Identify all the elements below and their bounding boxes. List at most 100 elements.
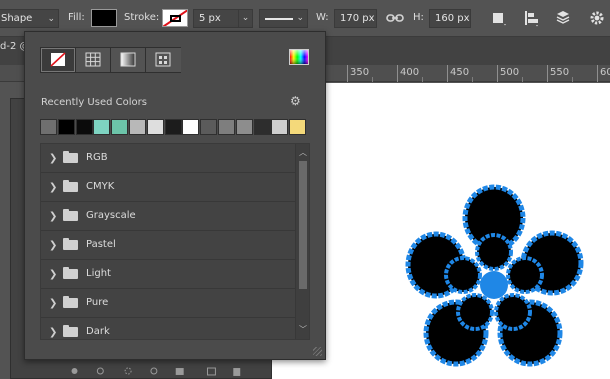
group-name: Dark xyxy=(86,326,110,337)
ruler-label: 450 xyxy=(450,67,470,78)
shape-mode-dropdown[interactable]: Shape ⌄ xyxy=(0,9,59,28)
ruler-tick xyxy=(397,65,398,82)
color-swatch[interactable] xyxy=(111,119,129,135)
list-scrollbar[interactable]: ︿ ﹀ xyxy=(295,144,309,339)
gradient-tab[interactable] xyxy=(111,48,146,72)
mask-icon[interactable] xyxy=(124,367,132,375)
color-picker-button[interactable] xyxy=(289,49,309,65)
color-swatch[interactable] xyxy=(253,119,271,135)
ruler-tick xyxy=(597,65,598,82)
stroke-swatch[interactable] xyxy=(162,9,188,27)
pattern-icon xyxy=(155,52,171,67)
color-swatch[interactable] xyxy=(164,119,182,135)
chevron-right-icon[interactable]: ❯ xyxy=(49,240,57,251)
shape-mode-value: Shape xyxy=(1,13,33,24)
inner-ring[interactable] xyxy=(506,256,544,294)
solid-color-tab[interactable] xyxy=(76,48,111,72)
folder-icon xyxy=(63,296,78,308)
fx-icon[interactable] xyxy=(96,367,104,375)
list-item[interactable]: ❯ RGB xyxy=(41,144,297,173)
chevron-right-icon[interactable]: ❯ xyxy=(49,327,57,338)
list-item[interactable]: ❯ Pure xyxy=(41,289,297,318)
scroll-thumb[interactable] xyxy=(299,161,307,289)
ruler-tick xyxy=(522,77,523,82)
resize-grip-icon[interactable] xyxy=(313,347,322,356)
folder-icon xyxy=(63,325,78,337)
group-icon[interactable] xyxy=(175,368,184,375)
chevron-down-icon[interactable]: ⌄ xyxy=(238,10,252,27)
new-layer-icon[interactable] xyxy=(206,367,216,376)
list-item[interactable]: ❯ Light xyxy=(41,260,297,289)
flower-center[interactable] xyxy=(480,271,508,299)
inner-ring[interactable] xyxy=(494,293,532,331)
no-color-tab[interactable] xyxy=(41,48,76,72)
ruler-tick xyxy=(472,77,473,82)
list-item[interactable]: ❯ Pastel xyxy=(41,231,297,260)
pattern-tab[interactable] xyxy=(146,48,181,72)
adjustment-icon[interactable] xyxy=(150,367,158,375)
color-swatch[interactable] xyxy=(40,119,57,135)
path-arrangement-icon[interactable] xyxy=(554,9,572,27)
color-swatch[interactable] xyxy=(129,119,146,135)
folder-icon xyxy=(63,238,78,250)
ruler-tick xyxy=(447,65,448,82)
link-dimensions-icon[interactable] xyxy=(386,10,404,26)
color-swatch[interactable] xyxy=(146,119,164,135)
path-operations-icon[interactable] xyxy=(490,9,508,27)
width-field[interactable]: 170 px xyxy=(334,9,377,28)
chevron-right-icon[interactable]: ❯ xyxy=(49,269,57,280)
height-field[interactable]: 160 px xyxy=(429,9,471,28)
swatch-groups-list: ❯ RGB ❯ CMYK ❯ Grayscale ❯ Pastel ❯ Ligh… xyxy=(40,143,310,340)
color-swatch[interactable] xyxy=(57,119,75,135)
group-name: CMYK xyxy=(86,181,115,192)
ruler-tick xyxy=(572,77,573,82)
ruler-tick xyxy=(547,65,548,82)
stroke-width-field[interactable]: 5 px ⌄ xyxy=(193,9,253,28)
ruler-tick xyxy=(422,77,423,82)
trash-icon[interactable] xyxy=(233,368,241,376)
color-swatch[interactable] xyxy=(271,119,289,135)
folder-icon xyxy=(63,267,78,279)
list-item[interactable]: ❯ Grayscale xyxy=(41,202,297,231)
chevron-right-icon[interactable]: ❯ xyxy=(49,211,57,222)
color-swatch[interactable] xyxy=(235,119,253,135)
chevron-down-icon[interactable]: ﹀ xyxy=(299,324,307,335)
fill-type-tabs xyxy=(40,47,181,73)
width-label: W: xyxy=(316,12,329,23)
list-item[interactable]: ❯ CMYK xyxy=(41,173,297,202)
group-name: Pure xyxy=(86,297,109,308)
spectrum-icon xyxy=(290,50,308,64)
fill-swatch-popover: Recently Used Colors ⚙ ❯ RGB ❯ CMYK ❯ Gr… xyxy=(24,31,326,360)
list-item[interactable]: ❯ Dark xyxy=(41,318,297,347)
panel-footer-icons xyxy=(71,367,241,376)
ruler-label: 550 xyxy=(550,67,570,78)
color-swatch[interactable] xyxy=(75,119,93,135)
inner-ring[interactable] xyxy=(444,256,482,294)
link-layers-icon[interactable] xyxy=(71,368,78,374)
stroke-type-dropdown[interactable]: ⌄ xyxy=(259,9,308,28)
ruler-label: 400 xyxy=(400,67,420,78)
folder-icon xyxy=(63,151,78,163)
color-swatch[interactable] xyxy=(200,119,218,135)
path-alignment-icon[interactable] xyxy=(522,9,540,27)
fill-swatch[interactable] xyxy=(91,9,117,27)
chevron-up-icon[interactable]: ︿ xyxy=(299,147,307,158)
ruler-tick xyxy=(347,65,348,82)
ruler-label: 600 xyxy=(600,67,610,78)
color-swatch[interactable] xyxy=(289,119,307,135)
stroke-label: Stroke: xyxy=(124,12,160,23)
color-swatch[interactable] xyxy=(218,119,235,135)
gradient-icon xyxy=(120,52,136,67)
chevron-right-icon[interactable]: ❯ xyxy=(49,153,57,164)
gear-icon[interactable]: ⚙ xyxy=(290,94,301,108)
inner-ring[interactable] xyxy=(475,233,513,271)
inner-ring[interactable] xyxy=(456,293,494,331)
solid-line-icon xyxy=(265,18,293,20)
color-swatch[interactable] xyxy=(93,119,111,135)
color-swatch[interactable] xyxy=(182,119,200,135)
settings-gear-icon[interactable] xyxy=(588,9,606,27)
chevron-right-icon[interactable]: ❯ xyxy=(49,298,57,309)
chevron-down-icon: ⌄ xyxy=(296,13,304,23)
folder-icon xyxy=(63,180,78,192)
chevron-right-icon[interactable]: ❯ xyxy=(49,182,57,193)
